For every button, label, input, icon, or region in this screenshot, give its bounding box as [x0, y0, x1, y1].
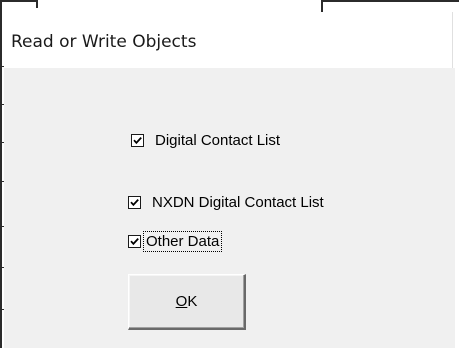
ok-button-mnemonic: O [175, 293, 188, 310]
window-title: Read or Write Objects [11, 32, 197, 52]
checkbox-box[interactable] [131, 134, 144, 147]
dialog-content: Digital Contact List NXDN Digital Contac… [4, 68, 455, 348]
frame-divider-left [36, 0, 38, 8]
checkmark-icon [133, 136, 142, 145]
checkmark-icon [130, 198, 139, 207]
frame-divider-right [321, 0, 323, 12]
checkbox-label: Other Data [142, 231, 223, 252]
checkbox-box[interactable] [128, 196, 141, 209]
checkbox-nxdn-digital-contact-list[interactable]: NXDN Digital Contact List [128, 193, 326, 212]
checkbox-label: Digital Contact List [155, 132, 281, 149]
read-write-objects-dialog: Read or Write Objects Digital Contact Li… [0, 0, 459, 348]
checkbox-box[interactable] [128, 235, 141, 248]
checkbox-other-data[interactable]: Other Data [128, 231, 223, 252]
checkmark-icon [130, 237, 139, 246]
checkbox-label: NXDN Digital Contact List [152, 194, 324, 211]
checkbox-digital-contact-list[interactable]: Digital Contact List [131, 131, 282, 150]
frame-top-right [321, 0, 459, 2]
ok-button[interactable]: OK [128, 274, 246, 330]
title-bar[interactable]: Read or Write Objects [4, 12, 459, 68]
ok-button-label-rest: K [187, 293, 198, 310]
frame-top-left [2, 0, 38, 2]
